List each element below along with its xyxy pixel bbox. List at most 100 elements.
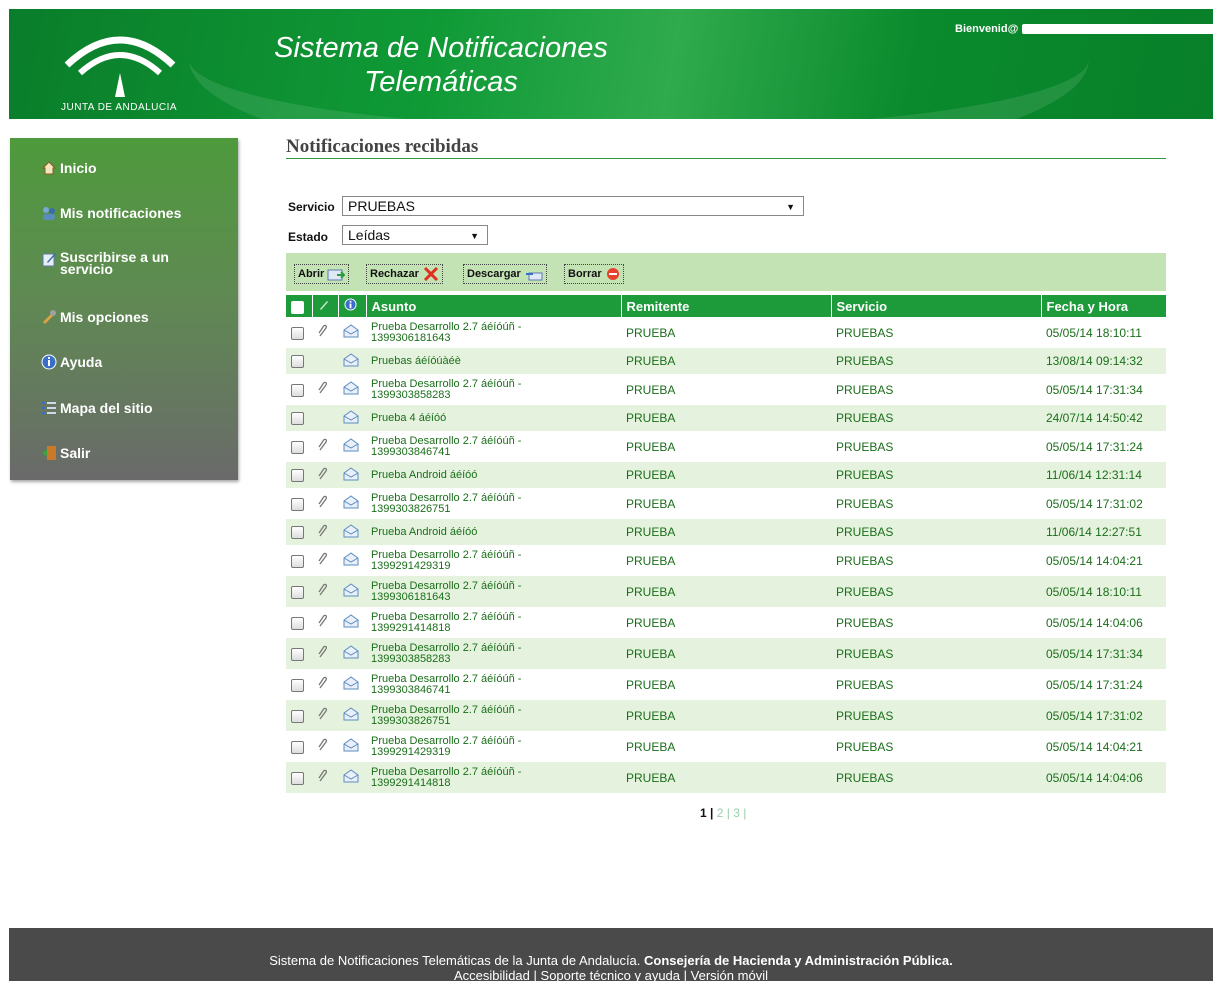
row-checkbox[interactable] <box>291 740 304 754</box>
col-asunto[interactable]: Asunto <box>366 295 622 317</box>
table-row[interactable]: Prueba Desarrollo 2.7 áéíóúñ -1399303858… <box>286 374 1166 405</box>
row-checkbox[interactable] <box>291 709 304 723</box>
paperclip-icon <box>318 769 328 782</box>
sidebar-item-suscribirse[interactable]: Suscribirse a un servicio <box>41 250 221 276</box>
row-asunto[interactable]: Prueba Desarrollo 2.7 áéíóúñ -1399303846… <box>366 669 621 700</box>
estado-select[interactable]: Leídas ▼ <box>342 225 488 245</box>
sidebar-item-mapa-del-sitio[interactable]: Mapa del sitio <box>41 400 221 416</box>
table-row[interactable]: Prueba Desarrollo 2.7 áéíóúñ -1399291414… <box>286 607 1166 638</box>
app-title-line2: Telemáticas <box>364 66 518 98</box>
row-remitente: PRUEBA <box>626 770 676 785</box>
paperclip-icon <box>318 438 328 451</box>
page-sep: | <box>726 806 730 820</box>
table-row[interactable]: Prueba Desarrollo 2.7 áéíóúñ -1399303846… <box>286 431 1166 462</box>
row-envelope-cell <box>338 462 366 488</box>
row-asunto[interactable]: Prueba Desarrollo 2.7 áéíóúñ -1399303858… <box>366 638 621 669</box>
row-checkbox[interactable] <box>291 440 304 454</box>
row-checkbox[interactable] <box>291 678 304 692</box>
abrir-button[interactable]: Abrir <box>294 264 350 284</box>
junta-logo[interactable]: JUNTA DE ANDALUCIA <box>55 25 185 115</box>
home-icon <box>41 161 57 175</box>
row-checkbox[interactable] <box>291 355 304 369</box>
row-asunto[interactable]: Prueba Desarrollo 2.7 áéíóúñ -1399303858… <box>366 374 621 405</box>
select-all-header[interactable] <box>286 295 313 317</box>
sidebar-item-ayuda[interactable]: Ayuda <box>41 354 221 370</box>
row-remitente: PRUEBA <box>626 646 676 661</box>
row-asunto[interactable]: Prueba Desarrollo 2.7 áéíóúñ -1399291429… <box>366 731 621 762</box>
abrir-label: Abrir <box>298 268 325 280</box>
row-select-cell <box>286 576 312 607</box>
borrar-button[interactable]: Borrar <box>564 264 624 284</box>
row-checkbox[interactable] <box>291 469 304 483</box>
row-fecha: 05/05/14 14:04:21 <box>1046 553 1143 568</box>
row-checkbox[interactable] <box>291 326 304 340</box>
sidebar-item-salir[interactable]: Salir <box>41 445 221 461</box>
row-checkbox[interactable] <box>291 647 304 661</box>
info-icon <box>41 354 57 370</box>
envelope-open-icon <box>343 381 359 395</box>
row-checkbox[interactable] <box>291 585 304 599</box>
open-envelope-icon <box>327 269 346 281</box>
servicio-select[interactable]: PRUEBAS ▼ <box>342 196 804 216</box>
select-all-checkbox[interactable] <box>291 300 304 314</box>
table-row[interactable]: Prueba Desarrollo 2.7 áéíóúñ -1399303846… <box>286 669 1166 700</box>
table-row[interactable]: Prueba Android áéíóó PRUEBA PRUEBAS 11/06/1… <box>286 462 1166 488</box>
row-asunto[interactable]: Prueba Android áéíóó <box>366 519 621 545</box>
row-envelope-cell <box>338 607 366 638</box>
row-asunto[interactable]: Prueba Desarrollo 2.7 áéíóúñ -1399303846… <box>366 431 621 462</box>
descargar-button[interactable]: Descargar <box>463 264 547 284</box>
reject-x-icon <box>423 267 438 281</box>
row-fecha: 05/05/14 17:31:24 <box>1046 677 1143 692</box>
row-checkbox[interactable] <box>291 383 304 397</box>
row-asunto[interactable]: Prueba 4 áéíóó <box>366 405 621 431</box>
table-row[interactable]: Prueba Desarrollo 2.7 áéíóúñ -1399303858… <box>286 638 1166 669</box>
row-asunto[interactable]: Prueba Desarrollo 2.7 áéíóúñ -1399306181… <box>366 317 621 348</box>
table-row[interactable]: Prueba Desarrollo 2.7 áéíóúñ -1399306181… <box>286 317 1166 348</box>
row-asunto[interactable]: Prueba Desarrollo 2.7 áéíóúñ -1399303826… <box>366 700 621 731</box>
row-attachment-cell <box>312 405 338 431</box>
table-row[interactable]: Prueba Desarrollo 2.7 áéíóúñ -1399291429… <box>286 731 1166 762</box>
row-select-cell <box>286 607 312 638</box>
row-select-cell <box>286 348 312 374</box>
row-asunto[interactable]: Prueba Desarrollo 2.7 áéíóúñ -1399306181… <box>366 576 621 607</box>
row-asunto-line1: Prueba Desarrollo 2.7 áéíóúñ - <box>371 672 522 685</box>
table-row[interactable]: Prueba Android áéíóó PRUEBA PRUEBAS 11/06/1… <box>286 519 1166 545</box>
page-link-2[interactable]: 2 <box>717 806 724 820</box>
row-checkbox[interactable] <box>291 771 304 785</box>
row-asunto[interactable]: Pruebas áéíóúàéè <box>366 348 621 374</box>
col-remitente[interactable]: Remitente <box>621 295 832 317</box>
row-checkbox[interactable] <box>291 497 304 511</box>
row-remitente: PRUEBA <box>626 525 676 539</box>
row-asunto[interactable]: Prueba Desarrollo 2.7 áéíóúñ -1399303826… <box>366 488 621 519</box>
table-row[interactable]: Prueba Desarrollo 2.7 áéíóúñ -1399306181… <box>286 576 1166 607</box>
table-row[interactable]: Prueba Desarrollo 2.7 áéíóúñ -1399303826… <box>286 488 1166 519</box>
table-row[interactable]: Prueba 4 áéíóó PRUEBA PRUEBAS 24/07/14 14:5… <box>286 405 1166 431</box>
row-checkbox[interactable] <box>291 616 304 630</box>
table-row[interactable]: Pruebas áéíóúàéè PRUEBA PRUEBAS 13/08/14 09… <box>286 348 1166 374</box>
sidebar-item-mis-opciones[interactable]: Mis opciones <box>41 309 221 325</box>
col-servicio[interactable]: Servicio <box>831 295 1042 317</box>
row-asunto-line2: 1399303846741 <box>371 445 451 458</box>
table-row[interactable]: Prueba Desarrollo 2.7 áéíóúñ -1399291429… <box>286 545 1166 576</box>
estado-value: Leídas <box>348 227 391 243</box>
table-row[interactable]: Prueba Desarrollo 2.7 áéíóúñ -1399303826… <box>286 700 1166 731</box>
row-select-cell <box>286 700 312 731</box>
row-asunto[interactable]: Prueba Android áéíóó <box>366 462 621 488</box>
page-link-3[interactable]: 3 <box>733 806 740 820</box>
row-envelope-cell <box>338 638 366 669</box>
sidebar-item-inicio[interactable]: Inicio <box>41 160 221 176</box>
row-checkbox[interactable] <box>291 526 304 540</box>
table-row[interactable]: Prueba Desarrollo 2.7 áéíóúñ -1399291414… <box>286 762 1166 793</box>
footer: Sistema de Notificaciones Telemáticas de… <box>9 928 1213 983</box>
row-asunto[interactable]: Prueba Desarrollo 2.7 áéíóúñ -1399291414… <box>366 762 621 793</box>
row-checkbox[interactable] <box>291 554 304 568</box>
row-checkbox[interactable] <box>291 412 304 426</box>
row-asunto[interactable]: Prueba Desarrollo 2.7 áéíóúñ -1399291429… <box>366 545 621 576</box>
row-remitente: PRUEBA <box>626 354 676 368</box>
envelope-open-icon <box>343 324 359 338</box>
rechazar-button[interactable]: Rechazar <box>366 264 443 284</box>
sidebar-item-mis-notificaciones[interactable]: Mis notificaciones <box>41 205 221 221</box>
col-fecha[interactable]: Fecha y Hora <box>1041 295 1167 317</box>
row-servicio: PRUEBAS <box>836 553 894 568</box>
row-asunto[interactable]: Prueba Desarrollo 2.7 áéíóúñ -1399291414… <box>366 607 621 638</box>
